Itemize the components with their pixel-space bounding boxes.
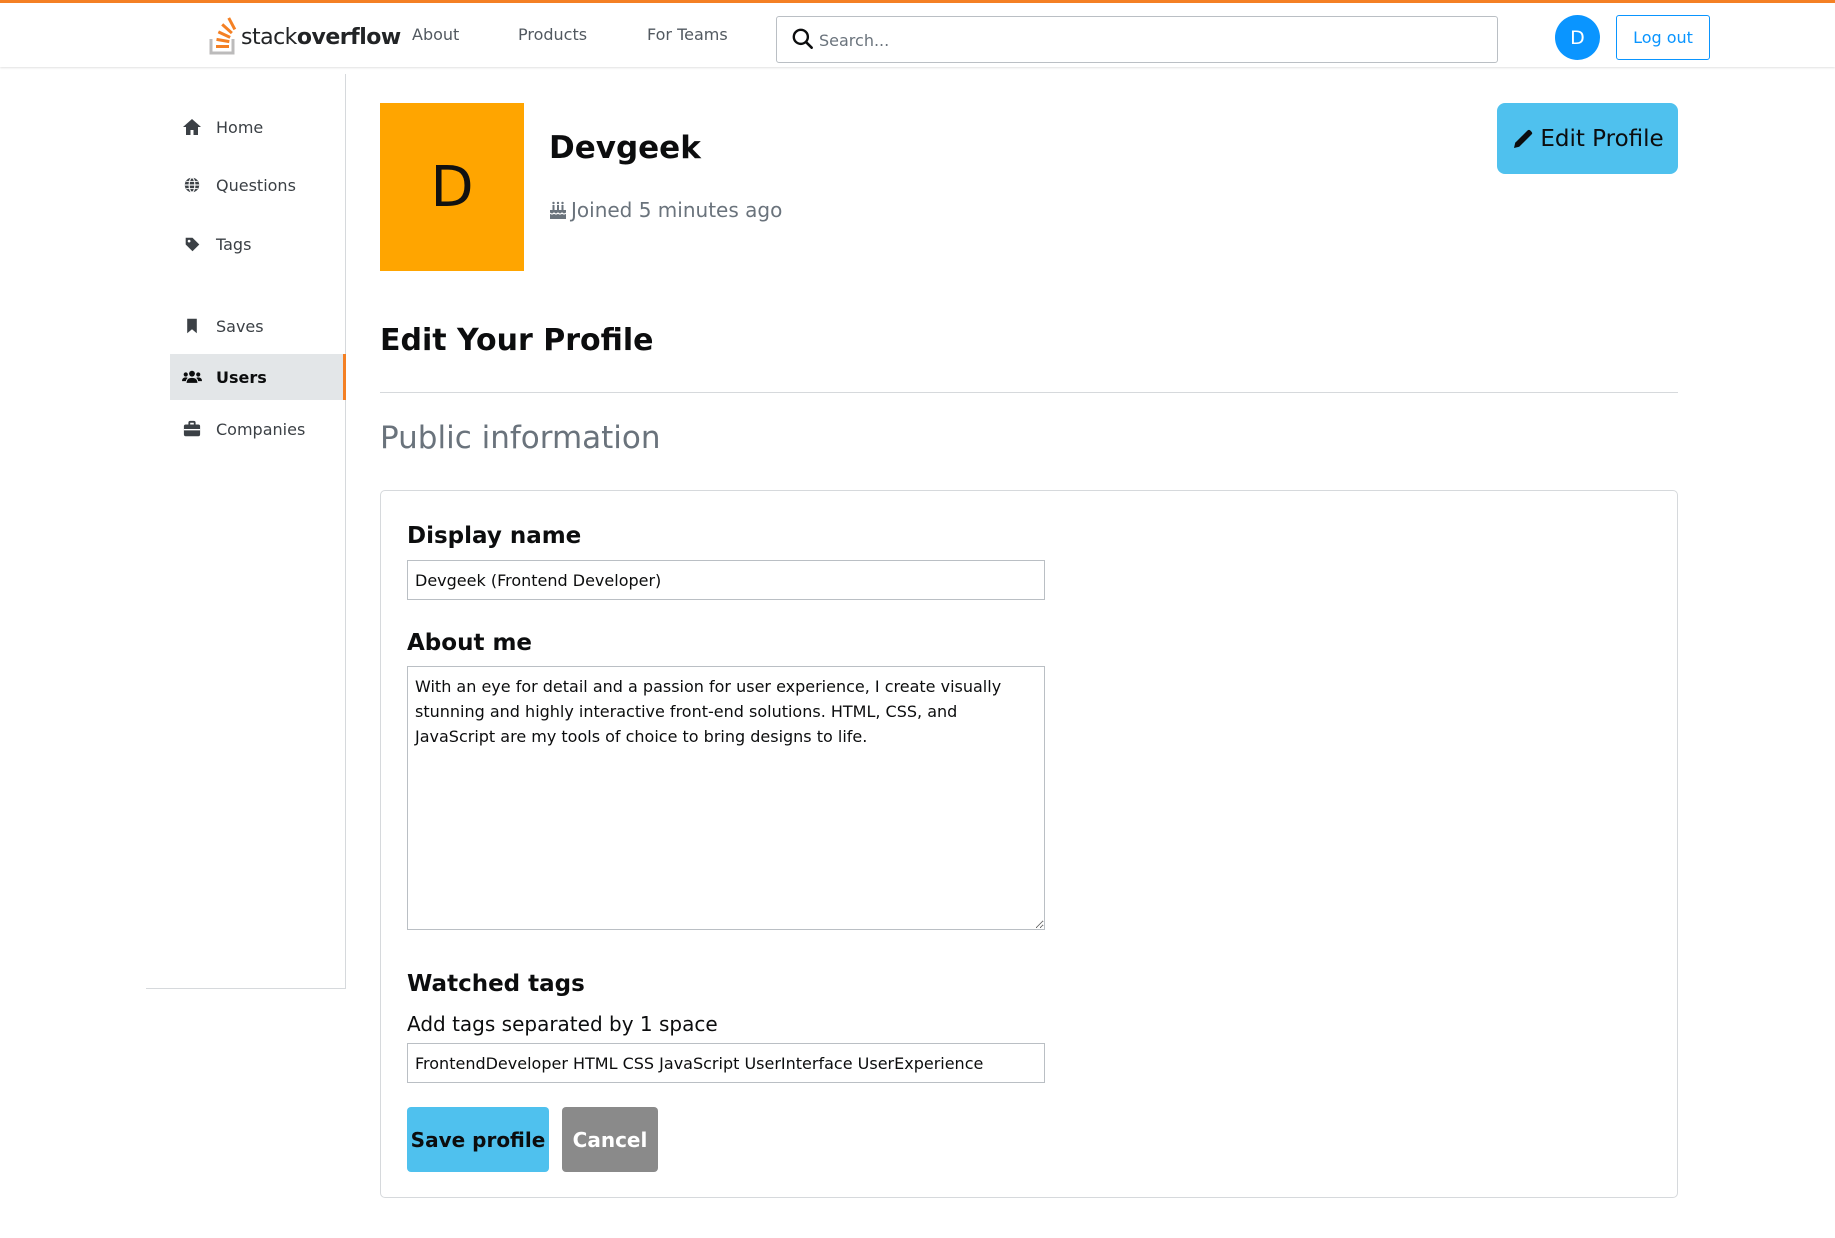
- tag-icon: [182, 234, 202, 254]
- pencil-icon: [1514, 129, 1533, 148]
- sidebar-item-label: Companies: [216, 419, 306, 439]
- sidebar-item-users[interactable]: Users: [170, 354, 346, 400]
- top-navbar: stackoverflow About Products For Teams D…: [0, 0, 1835, 67]
- display-name-input[interactable]: [407, 560, 1045, 600]
- nav-products[interactable]: Products: [518, 25, 587, 44]
- search-icon: [792, 28, 813, 49]
- sidebar-item-label: Home: [216, 117, 264, 137]
- save-profile-button[interactable]: Save profile: [407, 1107, 549, 1172]
- sidebar-item-tags[interactable]: Tags: [170, 221, 346, 267]
- stackoverflow-logo[interactable]: stackoverflow: [207, 17, 401, 57]
- logo-text: stackoverflow: [241, 24, 401, 50]
- user-avatar[interactable]: D: [1555, 15, 1600, 60]
- sidebar-item-label: Users: [216, 367, 267, 387]
- nav-for-teams[interactable]: For Teams: [647, 25, 728, 44]
- sidebar-item-companies[interactable]: Companies: [170, 406, 346, 452]
- display-name-label: Display name: [407, 523, 582, 549]
- watched-tags-input[interactable]: [407, 1043, 1045, 1083]
- home-icon: [182, 117, 202, 137]
- nav-about[interactable]: About: [412, 25, 459, 44]
- search-box: [776, 16, 1498, 63]
- edit-profile-label: Edit Profile: [1540, 125, 1664, 152]
- globe-icon: [182, 175, 202, 195]
- section-subtitle: Public information: [380, 420, 661, 456]
- about-me-label: About me: [407, 630, 533, 656]
- divider: [380, 392, 1678, 393]
- profile-form: Display name About me With an eye for de…: [380, 490, 1678, 1198]
- sidebar-item-saves[interactable]: Saves: [170, 303, 346, 349]
- search-input[interactable]: [819, 27, 1479, 53]
- joined-info: Joined 5 minutes ago: [549, 198, 782, 222]
- watched-tags-hint: Add tags separated by 1 space: [407, 1012, 718, 1036]
- about-me-textarea[interactable]: With an eye for detail and a passion for…: [407, 666, 1045, 930]
- joined-text: Joined 5 minutes ago: [571, 198, 783, 222]
- sidebar-item-home[interactable]: Home: [170, 104, 346, 150]
- stackoverflow-logo-icon: [209, 17, 237, 55]
- sidebar-item-label: Saves: [216, 316, 264, 336]
- profile-avatar: D: [380, 103, 524, 271]
- logout-button[interactable]: Log out: [1616, 15, 1710, 60]
- briefcase-icon: [182, 419, 202, 439]
- profile-name: Devgeek: [549, 130, 701, 166]
- page-title: Edit Your Profile: [380, 323, 654, 358]
- edit-profile-button[interactable]: Edit Profile: [1497, 103, 1678, 174]
- users-icon: [182, 367, 202, 387]
- sidebar-item-label: Tags: [216, 234, 252, 254]
- watched-tags-label: Watched tags: [407, 971, 585, 997]
- bookmark-icon: [182, 316, 202, 336]
- left-sidebar: Home Questions Tags Saves Users Companie…: [146, 74, 346, 989]
- cake-icon: [549, 201, 567, 219]
- cancel-button[interactable]: Cancel: [562, 1107, 658, 1172]
- sidebar-item-label: Questions: [216, 175, 296, 195]
- sidebar-item-questions[interactable]: Questions: [170, 162, 346, 208]
